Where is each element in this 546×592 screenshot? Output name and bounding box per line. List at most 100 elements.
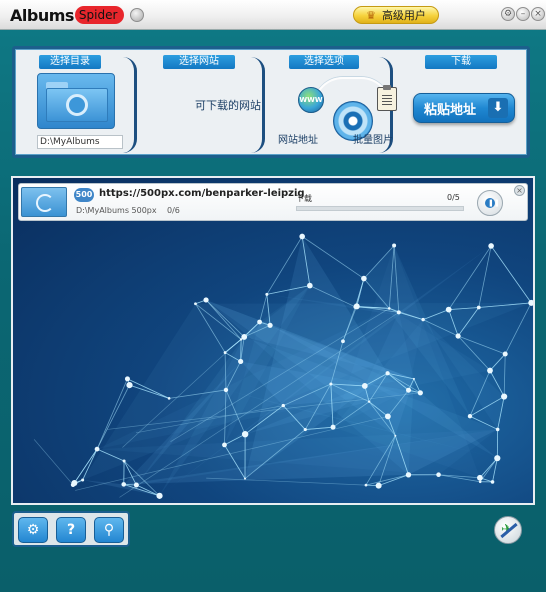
network-node <box>94 446 100 452</box>
network-node <box>121 482 127 487</box>
app-logo: Albums Spider <box>10 5 145 25</box>
network-node <box>167 397 171 400</box>
network-node <box>361 275 367 282</box>
network-node <box>467 414 473 419</box>
paste-address-button[interactable]: 粘贴地址 ⬇ <box>413 93 515 123</box>
network-node <box>281 403 285 408</box>
task-url: https://500px.com/benparker-leipzig <box>99 188 305 199</box>
network-node <box>436 472 441 478</box>
search-icon: ⚲ <box>103 522 115 538</box>
network-node <box>81 478 85 482</box>
task-thumbnail <box>21 187 67 217</box>
globe-icon[interactable]: WWW <box>298 87 324 113</box>
network-node <box>385 371 390 376</box>
network-node <box>417 390 423 396</box>
network-node <box>361 383 368 389</box>
network-node <box>133 482 139 488</box>
network-node <box>71 479 78 486</box>
network-node <box>392 243 397 248</box>
network-line <box>378 474 409 486</box>
vip-user-button[interactable]: ♛ 高级用户 <box>353 6 439 24</box>
wizard-panel: 选择目录 选择网站 选择选项 下载 D:\MyAlbums 可下载的网站 WWW… <box>12 46 530 158</box>
close-window-button[interactable]: × <box>531 7 545 21</box>
network-node <box>495 427 500 432</box>
minimize-button[interactable]: – <box>516 7 530 21</box>
network-node <box>490 480 495 484</box>
bottom-toolbar: ⚙ ? ⚲ <box>12 511 130 547</box>
network-node <box>126 381 133 389</box>
network-node <box>239 338 243 341</box>
network-node <box>329 382 333 386</box>
network-node <box>445 306 452 313</box>
step-divider <box>123 57 137 153</box>
network-node <box>488 243 494 249</box>
network-node <box>375 482 382 489</box>
downloadable-sites-link[interactable]: 可下载的网站 <box>195 97 261 113</box>
network-node <box>303 427 307 432</box>
network-node <box>222 442 227 448</box>
network-background-image <box>33 233 533 499</box>
option-site-address-label[interactable]: 网站地址 <box>278 131 318 146</box>
step-tab-select-directory: 选择目录 <box>39 55 101 69</box>
title-bar: Albums Spider ♛ 高级用户 ⚙ – × <box>0 0 546 30</box>
network-node <box>156 492 163 499</box>
remove-task-button[interactable]: × <box>514 185 525 196</box>
logo-spider-text: Spider <box>74 6 125 24</box>
logo-badge-icon <box>130 8 145 22</box>
network-node <box>223 351 227 354</box>
task-status: 下载 <box>296 194 312 203</box>
network-node <box>341 339 345 344</box>
network-node <box>244 477 247 480</box>
network-line <box>490 245 532 304</box>
help-icon: ? <box>66 522 76 538</box>
download-task-row[interactable]: 500 https://500px.com/benparker-leipzig … <box>18 183 528 221</box>
network-line <box>365 474 409 486</box>
network-line <box>356 278 365 307</box>
task-save-path: D:\MyAlbums 500px <box>76 206 157 215</box>
task-image-count: 0/6 <box>167 206 180 215</box>
network-node <box>406 387 412 393</box>
option-batch-images-label[interactable]: 批量图片 <box>353 131 393 146</box>
task-progress-text: 0/5 <box>447 193 460 202</box>
network-node <box>502 351 508 357</box>
site-500px-icon: 500 <box>74 188 94 202</box>
network-line <box>206 477 367 486</box>
network-node <box>299 233 305 240</box>
pause-button[interactable]: ❚❚ <box>477 190 503 216</box>
settings-window-button[interactable]: ⚙ <box>501 7 515 21</box>
network-node <box>387 307 391 310</box>
network-node <box>367 400 371 403</box>
download-list-area: 500 https://500px.com/benparker-leipzig … <box>11 176 535 505</box>
network-line <box>33 439 74 486</box>
network-line <box>489 353 506 371</box>
network-node <box>364 483 368 487</box>
network-node <box>396 310 401 315</box>
help-button[interactable]: ? <box>56 517 86 543</box>
network-node <box>478 480 482 484</box>
network-node <box>384 413 391 420</box>
network-node <box>421 317 425 322</box>
select-folder-button[interactable] <box>37 73 115 129</box>
network-node <box>477 474 483 481</box>
network-node <box>194 302 197 306</box>
network-line <box>503 354 506 397</box>
network-node <box>257 319 262 325</box>
download-arrow-icon: ⬇ <box>488 98 508 118</box>
connection-status-button[interactable]: ✈ <box>494 516 522 544</box>
directory-path-field[interactable]: D:\MyAlbums <box>37 135 123 149</box>
close-icon: × <box>516 186 523 195</box>
settings-button[interactable]: ⚙ <box>18 517 48 543</box>
network-node <box>238 358 244 365</box>
pause-icon: ❚❚ <box>488 199 500 207</box>
task-progress-bar <box>296 206 464 211</box>
search-button[interactable]: ⚲ <box>94 517 124 543</box>
network-node <box>405 472 412 478</box>
network-line <box>457 335 506 355</box>
network-node <box>223 387 229 393</box>
network-node <box>476 305 481 310</box>
clipboard-icon[interactable] <box>377 85 397 111</box>
network-node <box>494 455 501 462</box>
network-node <box>203 297 209 303</box>
network-node <box>455 333 461 339</box>
network-line <box>438 474 481 483</box>
